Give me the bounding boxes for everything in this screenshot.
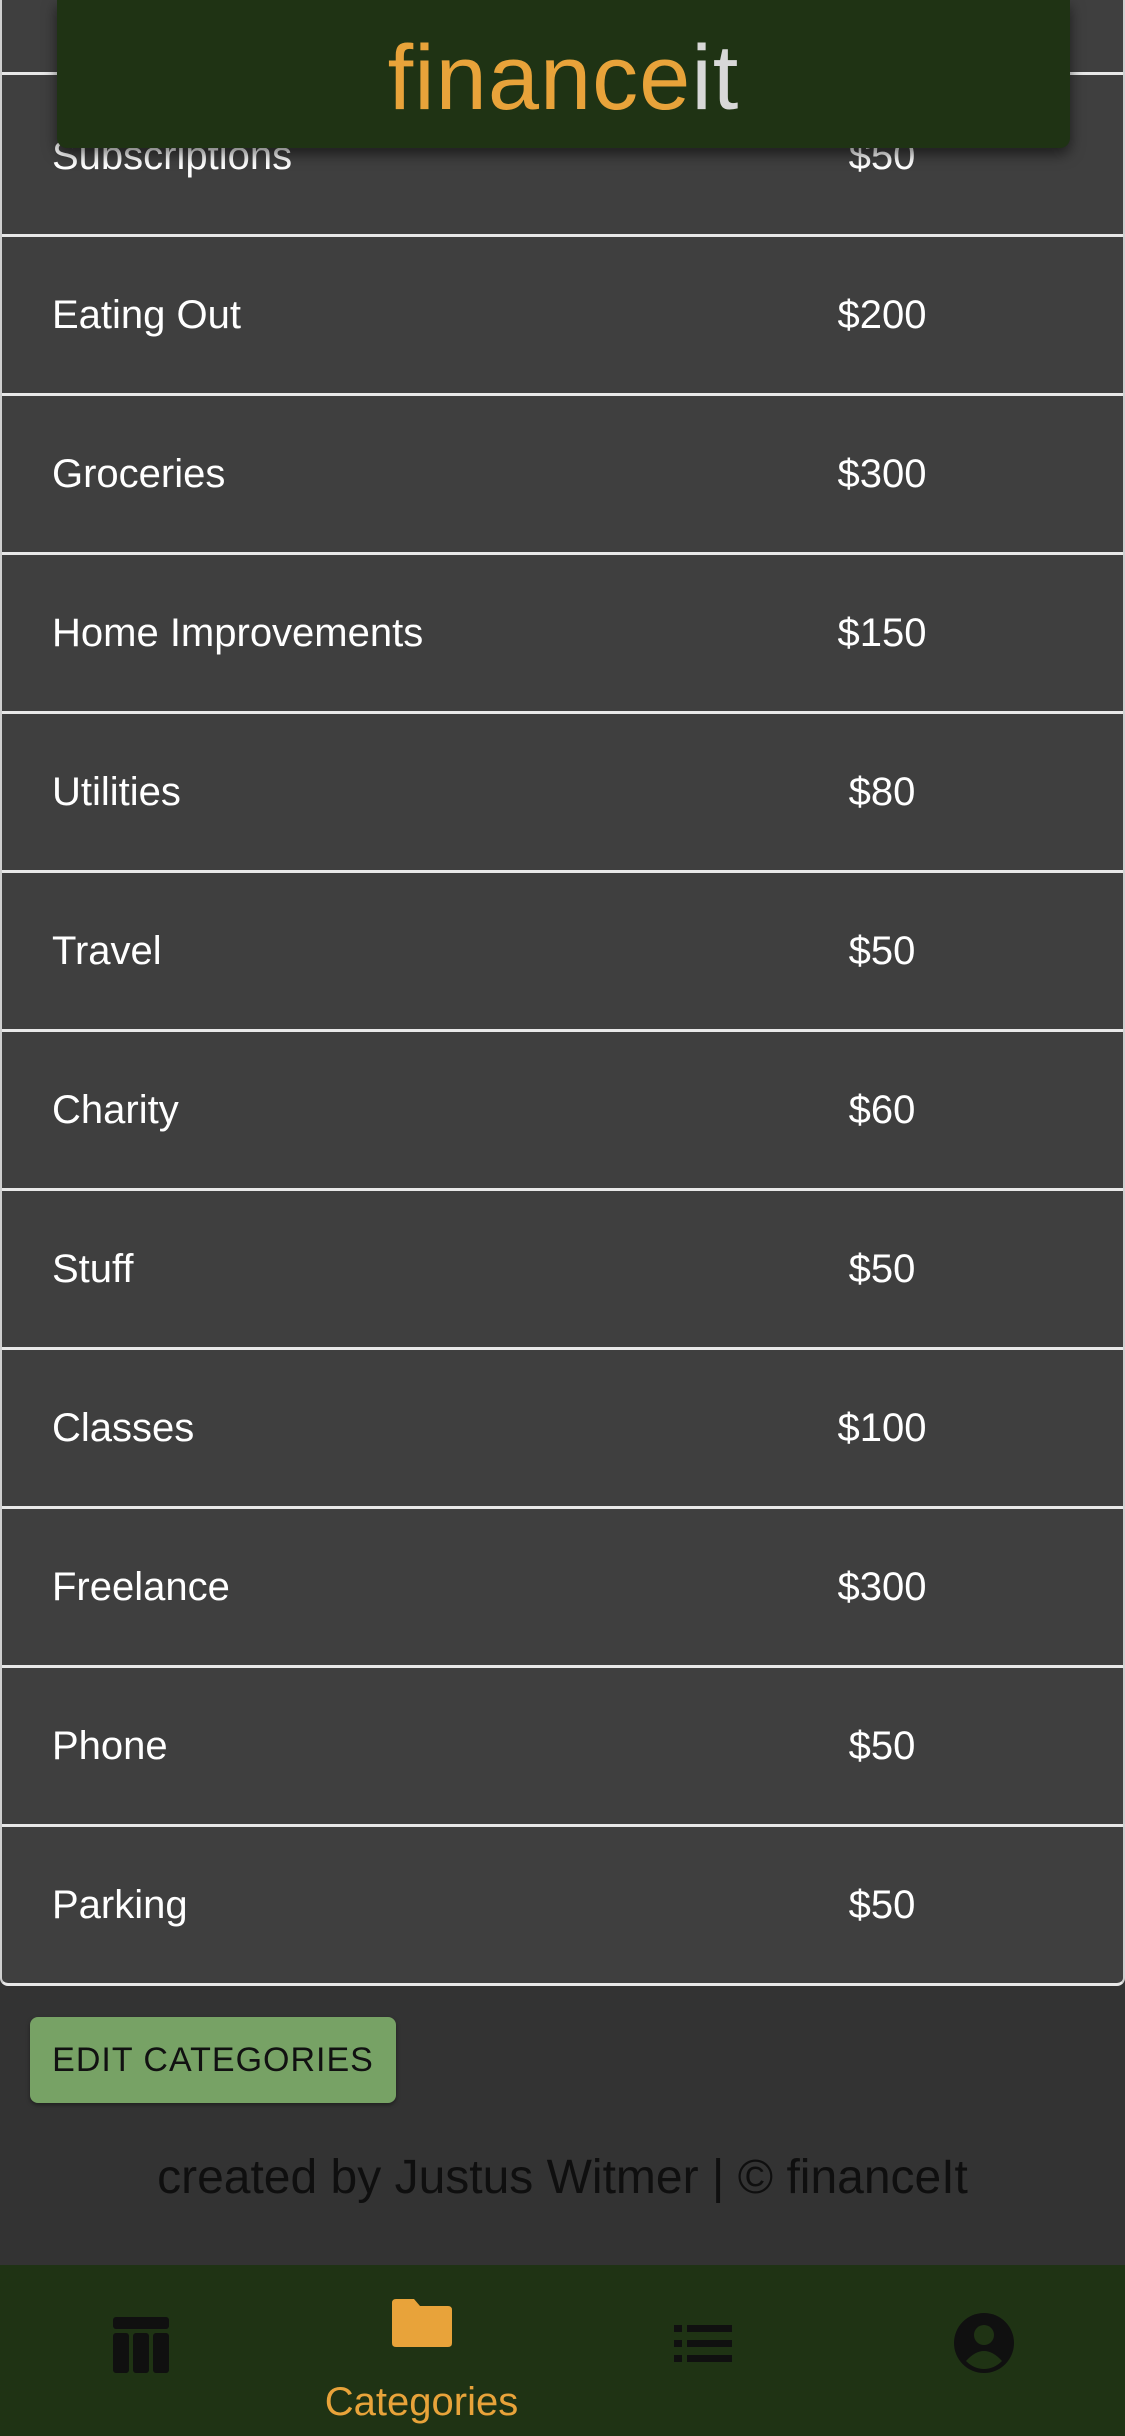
category-name: Classes [52, 1405, 195, 1450]
bottom-nav: Categories [0, 2265, 1125, 2436]
category-name: Home Improvements [52, 610, 424, 655]
nav-item-account[interactable] [843, 2265, 1124, 2436]
nav-item-categories[interactable]: Categories [281, 2265, 562, 2436]
folder-icon [391, 2299, 452, 2347]
category-amount: $50 [848, 1246, 916, 1291]
category-name: Groceries [52, 451, 226, 496]
category-amount: $300 [837, 1564, 927, 1609]
logo-text-it: it [691, 27, 740, 129]
table-row[interactable]: Travel $50 [2, 873, 1123, 1032]
category-amount: $300 [837, 451, 927, 496]
app-header: financeit [57, 0, 1070, 148]
nav-label-categories: Categories [324, 2380, 519, 2424]
table-row[interactable]: Charity $60 [2, 1032, 1123, 1191]
category-amount: $200 [837, 292, 927, 337]
category-name: Phone [52, 1723, 168, 1768]
category-amount: $50 [848, 1882, 916, 1927]
category-amount: $50 [848, 1723, 916, 1768]
edit-categories-button[interactable]: EDIT CATEGORIES [30, 2017, 396, 2103]
category-amount: $80 [848, 769, 916, 814]
category-name: Parking [52, 1882, 188, 1927]
category-name: Stuff [52, 1246, 134, 1291]
table-row[interactable]: Classes $100 [2, 1350, 1123, 1509]
table-row[interactable]: Phone $50 [2, 1668, 1123, 1827]
category-amount: $150 [837, 610, 927, 655]
category-name: Travel [52, 928, 162, 973]
nav-item-list[interactable] [562, 2265, 843, 2436]
logo-text-finance: finance [387, 27, 692, 129]
categories-table: Subscriptions $50 Eating Out $200 Grocer… [0, 0, 1125, 1986]
page: Subscriptions $50 Eating Out $200 Grocer… [0, 0, 1125, 2436]
category-name: Charity [52, 1087, 179, 1132]
footer-credit: created by Justus Witmer | © financeIt [157, 2150, 968, 2204]
category-amount: $100 [837, 1405, 927, 1450]
category-name: Freelance [52, 1564, 230, 1609]
table-icon [112, 2317, 169, 2373]
table-row[interactable]: Home Improvements $150 [2, 555, 1123, 714]
table-row[interactable]: Groceries $300 [2, 396, 1123, 555]
table-row[interactable]: Freelance $300 [2, 1509, 1123, 1668]
nav-item-table[interactable] [0, 2265, 281, 2436]
category-name: Utilities [52, 769, 181, 814]
table-row[interactable]: Parking $50 [2, 1827, 1123, 1983]
table-row[interactable]: Utilities $80 [2, 714, 1123, 873]
account-icon [953, 2313, 1014, 2373]
category-amount: $60 [848, 1087, 916, 1132]
category-amount: $50 [848, 928, 916, 973]
table-row[interactable]: Eating Out $200 [2, 237, 1123, 396]
category-name: Eating Out [52, 292, 242, 337]
list-icon [673, 2325, 732, 2362]
app-logo[interactable]: financeit [388, 32, 740, 124]
table-row[interactable]: Stuff $50 [2, 1191, 1123, 1350]
